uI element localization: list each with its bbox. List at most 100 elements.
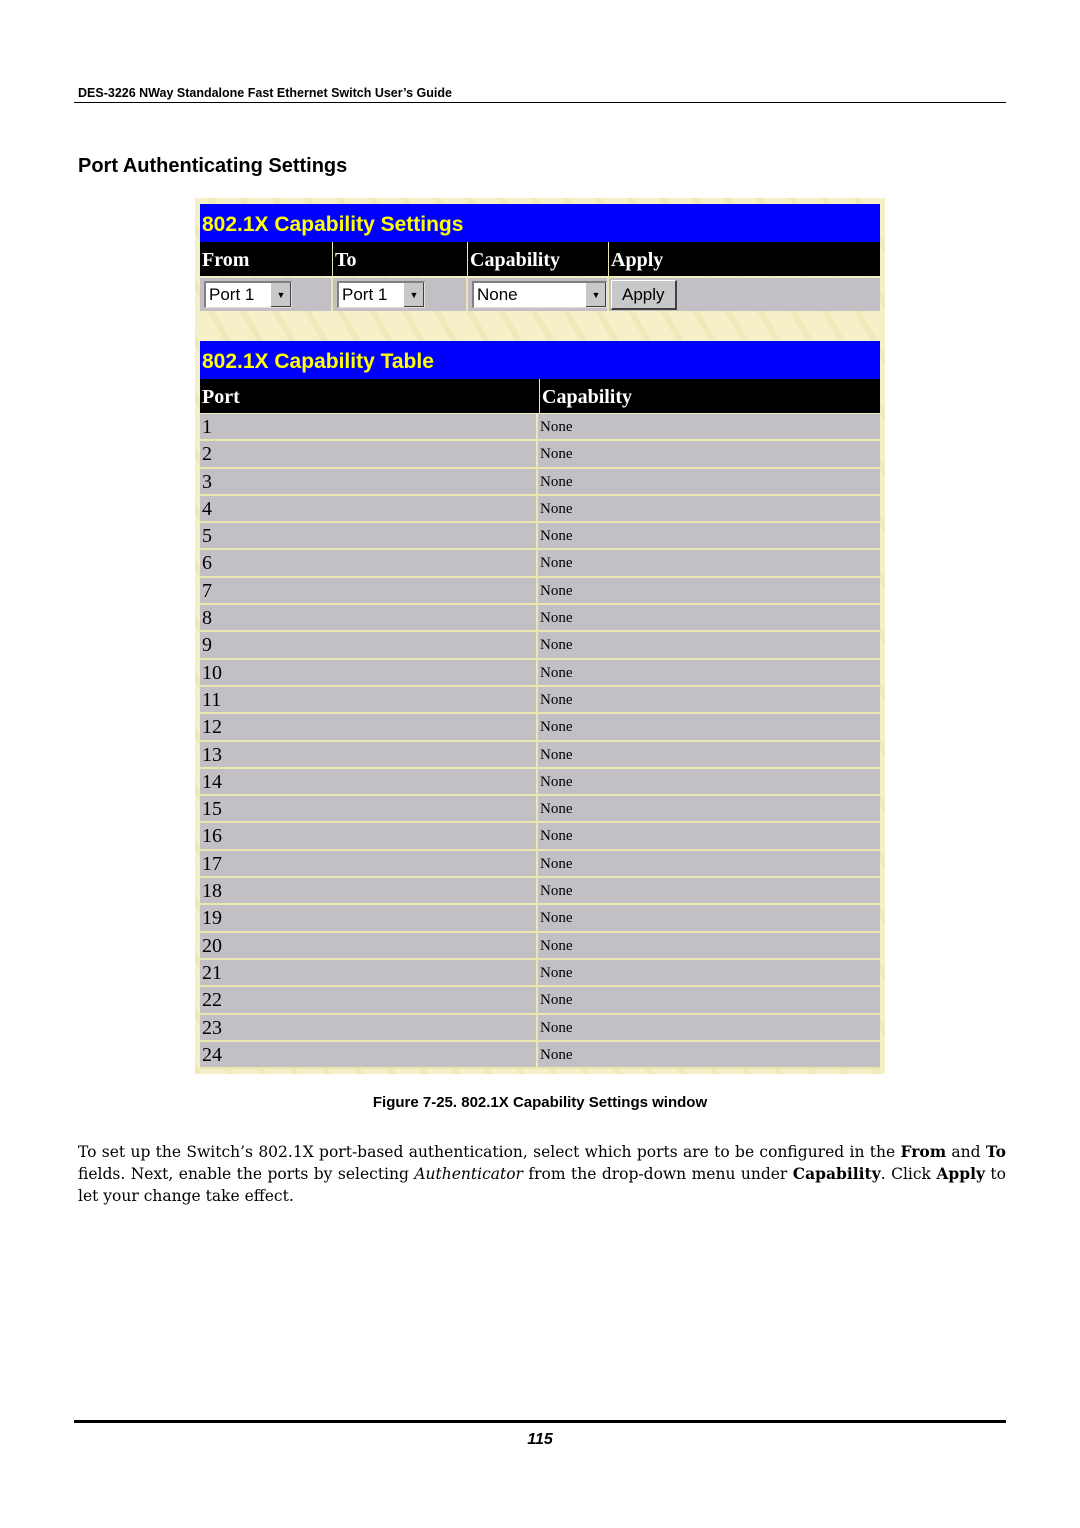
table-row: 3 None [200,468,880,496]
port-cell: 5 [200,523,538,549]
port-cell: 6 [200,550,538,576]
text: fields. Next, enable the ports by select… [78,1165,415,1183]
port-cell: 17 [200,850,538,877]
table-row: 9 None [200,632,880,660]
capability-cell: None [540,992,573,1009]
capability-cell: None [540,801,573,818]
settings-controls-row: Port 1 ▼ Port 1 ▼ None ▼ Apply [200,278,880,311]
bold-text: Capability [792,1164,881,1183]
port-cell: 16 [200,823,538,849]
capability-select[interactable]: None ▼ [472,281,607,308]
table-row: 5 None [200,523,880,551]
table-row: 21 None [200,959,880,988]
table-row: 11 None [200,686,880,715]
apply-button[interactable]: Apply [611,279,677,310]
capability-cell: None [540,1046,573,1063]
table-row: 18 None [200,878,880,906]
table-row: 4 None [200,495,880,524]
capability-cell: None [540,637,573,654]
text: and [946,1143,986,1161]
capability-column-header: Capability [542,386,633,408]
figure-caption: Figure 7-25. 802.1X Capability Settings … [372,1094,708,1111]
from-port-value: Port 1 [209,285,255,304]
table-row: 10 None [200,659,880,687]
chevron-down-icon[interactable]: ▼ [585,283,606,307]
running-header: DES-3226 NWay Standalone Fast Ethernet S… [78,86,452,100]
text: . Click [880,1165,937,1183]
capability-cell: None [540,664,573,681]
table-row: 17 None [200,850,880,879]
table-header-row: Port Capability [200,379,880,413]
italic-text: Authenticator [414,1165,523,1183]
section-title: Port Authenticating Settings [78,155,348,177]
text: To set up the Switch’s 802.1X port-based… [78,1143,901,1161]
text: from the drop-down menu under [522,1165,793,1183]
table-row: 20 None [200,932,880,960]
capability-table: 1 None 2 None 3 None 4 None 5 None 6 None 7 None 8 None… [200,414,880,1070]
port-cell: 13 [200,741,538,767]
bold-text: From [900,1142,947,1161]
table-row: 23 None [200,1014,880,1042]
table-title-bar: 802.1X Capability Table [200,341,880,379]
capability-cell: None [540,500,573,517]
settings-title-bar: 802.1X Capability Settings [200,204,880,242]
port-cell: 21 [200,959,538,986]
port-cell: 14 [200,768,538,795]
page-number: 115 [527,1431,553,1448]
table-row: 24 None [200,1041,880,1070]
capability-cell: None [540,1019,573,1036]
table-row: 1 None [200,414,880,442]
footer-rule [74,1420,1006,1423]
to-port-select[interactable]: Port 1 ▼ [337,281,425,308]
capability-value: None [477,285,518,304]
apply-column-header: Apply [611,249,664,271]
table-row: 22 None [200,987,880,1015]
port-cell: 10 [200,659,538,685]
table-row: 13 None [200,741,880,769]
body-paragraph: To set up the Switch’s 802.1X port-based… [78,1141,1006,1207]
port-cell: 22 [200,987,538,1013]
port-cell: 19 [200,905,538,931]
capability-cell: None [540,610,573,627]
apply-cell: Apply [609,278,880,311]
capability-cell: None [540,855,573,872]
capability-cell: None [540,910,573,927]
capability-cell: None [540,582,573,599]
port-cell: 24 [200,1041,538,1068]
capability-settings-window: 802.1X Capability Settings From To Capab… [195,198,885,1074]
chevron-down-icon[interactable]: ▼ [403,283,424,307]
to-cell: Port 1 ▼ [333,278,468,311]
to-column-header: To [333,242,468,276]
from-port-select[interactable]: Port 1 ▼ [204,281,292,308]
capability-cell: None [540,883,573,900]
from-cell: Port 1 ▼ [200,278,333,311]
port-cell: 2 [200,441,538,467]
table-row: 12 None [200,714,880,742]
port-cell: 7 [200,577,538,604]
port-column-header: Port [200,379,540,413]
table-row: 15 None [200,796,880,824]
header-rule [74,102,1006,103]
capability-cell: None [540,528,573,545]
chevron-down-icon[interactable]: ▼ [270,283,291,307]
port-cell: 3 [200,468,538,494]
table-row: 6 None [200,550,880,578]
capability-cell: None [540,964,573,981]
table-row: 8 None [200,605,880,633]
from-column-header: From [200,242,333,276]
capability-cell: None [540,446,573,463]
port-cell: 12 [200,714,538,740]
capability-column-header: Capability [468,242,609,276]
port-cell: 4 [200,495,538,522]
capability-cell: None [540,773,573,790]
table-row: 16 None [200,823,880,851]
table-row: 19 None [200,905,880,933]
settings-header-row: From To Capability Apply [200,242,880,276]
port-cell: 20 [200,932,538,958]
capability-cell: None [540,419,573,435]
table-row: 14 None [200,768,880,797]
port-cell: 1 [200,414,538,440]
capability-cell: None [540,746,573,763]
port-cell: 11 [200,686,538,713]
port-cell: 18 [200,878,538,904]
